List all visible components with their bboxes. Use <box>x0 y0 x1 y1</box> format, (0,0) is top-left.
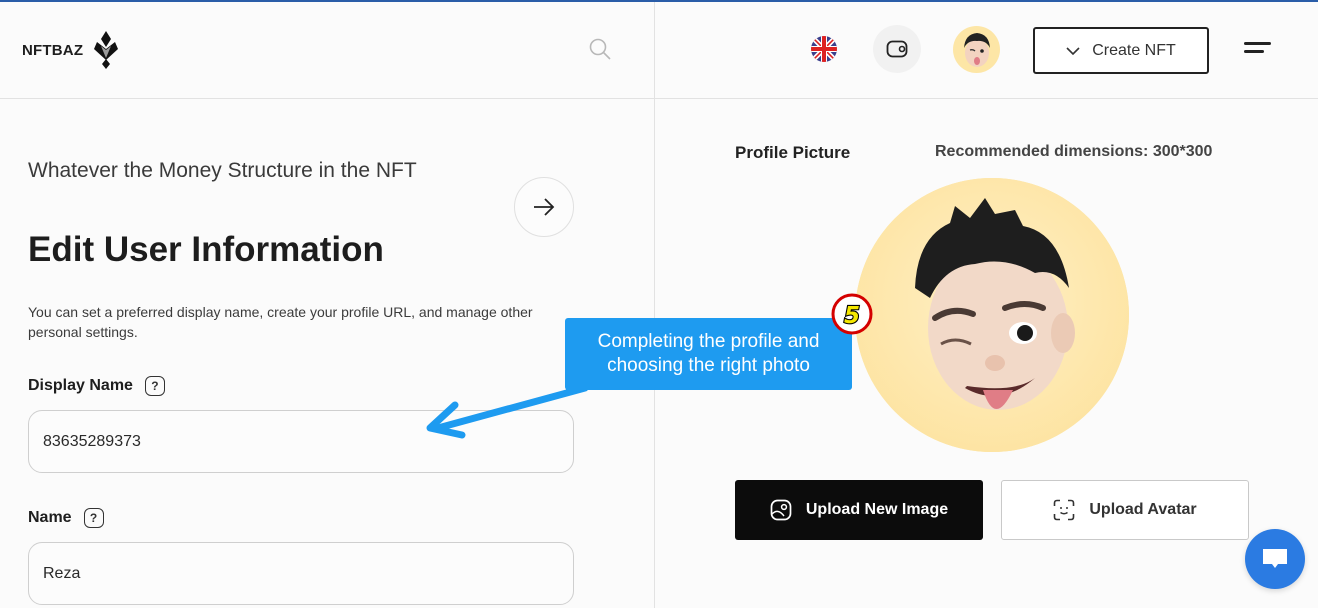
upload-avatar-label: Upload Avatar <box>1089 501 1197 518</box>
help-icon[interactable]: ? <box>83 508 104 528</box>
page-description: You can set a preferred display name, cr… <box>28 304 533 340</box>
chevron-down-icon <box>1066 46 1080 55</box>
logo-diamond-icon <box>94 31 119 69</box>
recommended-dimensions: Recommended dimensions: 300*300 <box>935 143 1213 160</box>
profile-picture-label: Profile Picture <box>735 143 851 162</box>
upload-new-image-button[interactable]: Upload New Image <box>735 480 983 540</box>
page-title: Edit User Information <box>28 230 384 269</box>
image-upload-icon <box>770 499 792 521</box>
wallet-button[interactable] <box>873 25 921 73</box>
step-number: 5 <box>844 303 860 329</box>
vertical-divider <box>654 2 655 608</box>
create-nft-label: Create NFT <box>1092 41 1176 59</box>
profile-avatar-image <box>855 178 1129 452</box>
help-icon[interactable]: ? <box>144 376 165 396</box>
user-avatar[interactable] <box>953 26 1000 73</box>
name-label-text: Name <box>28 509 72 526</box>
hamburger-menu-icon[interactable] <box>1244 42 1271 58</box>
display-name-label-text: Display Name <box>28 377 133 394</box>
page-subtitle: Whatever the Money Structure in the NFT <box>28 159 417 182</box>
next-arrow-button[interactable] <box>514 177 574 237</box>
step-number-badge: 5 <box>831 293 873 335</box>
chat-bubble-icon <box>1263 549 1287 568</box>
annotation-callout: Completing the profile and choosing the … <box>565 318 852 390</box>
display-name-label: Display Name ? <box>28 376 165 396</box>
upload-new-image-label: Upload New Image <box>805 501 949 518</box>
brand-logo[interactable]: NFTBAZ <box>22 30 119 70</box>
brand-name: NFTBAZ <box>22 41 84 59</box>
search-icon[interactable] <box>588 37 612 66</box>
chat-support-button[interactable] <box>1245 529 1305 589</box>
profile-picture[interactable] <box>855 178 1129 452</box>
upload-avatar-button[interactable]: Upload Avatar <box>1001 480 1249 540</box>
arrow-right-icon <box>534 198 555 216</box>
face-id-icon <box>1054 499 1075 521</box>
create-nft-button[interactable]: Create NFT <box>1033 27 1209 74</box>
name-label: Name ? <box>28 508 104 528</box>
avatar-icon <box>964 33 990 67</box>
display-name-input[interactable] <box>28 410 574 473</box>
wallet-icon <box>886 40 908 58</box>
name-input[interactable] <box>28 542 574 605</box>
uk-flag-icon[interactable] <box>811 36 837 62</box>
